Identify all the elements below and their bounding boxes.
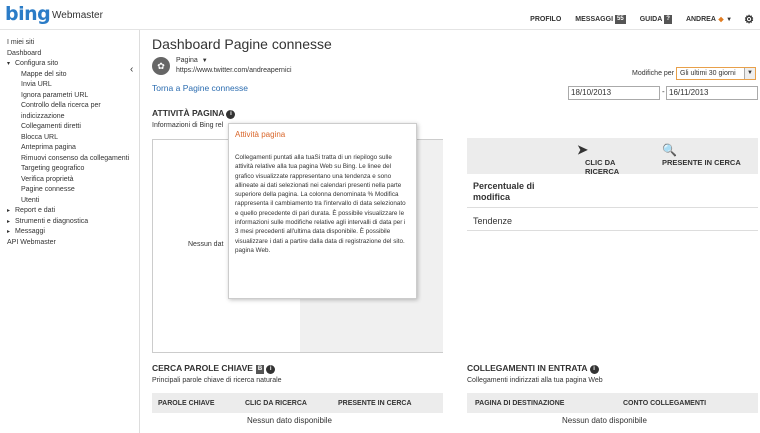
- sidebar-item-configure-site[interactable]: Configura sito: [0, 59, 139, 70]
- divider: [467, 207, 758, 208]
- sidebar-item-my-sites[interactable]: I miei siti: [0, 38, 139, 49]
- sidebar-item-submit-url[interactable]: Invia URL: [0, 80, 139, 91]
- tooltip-body: Collegamenti puntati alla tuaSi tratta d…: [235, 154, 406, 254]
- nav-user[interactable]: ANDREA ❖ ▼: [686, 16, 732, 24]
- top-bar: bing Webmaster PROFILO MESSAGGI 55 GUIDA?…: [0, 0, 760, 30]
- period-select[interactable]: Gli ultimi 30 giorni ▼: [676, 67, 756, 80]
- user-name: ANDREA: [685, 16, 716, 23]
- clicks-header-label: CLIC DA RICERCA: [585, 158, 620, 176]
- date-to-input[interactable]: 16/11/2013: [666, 86, 758, 100]
- sidebar-item-users[interactable]: Utenti: [0, 196, 139, 207]
- inbound-title-text: COLLEGAMENTI IN ENTRATA: [467, 363, 588, 373]
- beta-badge: B: [255, 365, 265, 374]
- tooltip-title: Attività pagina: [235, 130, 286, 139]
- nav-guida-label: GUIDA: [639, 16, 663, 23]
- chart-empty-text: Nessun dat: [188, 241, 224, 248]
- help-icon: ?: [664, 15, 672, 24]
- top-nav: PROFILO MESSAGGI 55 GUIDA? ANDREA ❖ ▼ ⚙: [516, 13, 754, 26]
- col-clicks[interactable]: CLIC DA RICERCA: [245, 400, 307, 407]
- inbound-title: COLLEGAMENTI IN ENTRATA i: [467, 363, 599, 374]
- date-from-input[interactable]: 18/10/2013: [568, 86, 660, 100]
- sidebar-collapse-icon[interactable]: ‹: [130, 64, 133, 75]
- messages-count-badge: 55: [615, 15, 626, 24]
- info-tooltip: Attività pagina Collegamenti puntati all…: [228, 123, 417, 299]
- sidebar-item-crawl-control[interactable]: Controllo della ricerca per indicizzazio…: [0, 101, 139, 122]
- keywords-empty-text: Nessun dato disponibile: [247, 416, 332, 425]
- chevron-down-icon: ▼: [744, 68, 755, 79]
- brand-label: Webmaster: [52, 10, 103, 21]
- inbound-table-header: PAGINA DI DESTINAZIONE CONTO COLLEGAMENT…: [467, 393, 758, 413]
- sidebar-item-disavow-links[interactable]: Rimuovi consenso da collegamenti: [0, 154, 139, 165]
- sidebar-item-geo-targeting[interactable]: Targeting geografico: [0, 164, 139, 175]
- sidebar-item-label: Messaggi: [15, 228, 45, 235]
- activity-subtitle: Informazioni di Bing rel: [152, 122, 224, 129]
- clicks-column-header: ➤ CLIC DA RICERCA: [577, 142, 647, 176]
- chevron-down-icon: ▼: [726, 16, 733, 23]
- col-target-page[interactable]: PAGINA DI DESTINAZIONE: [475, 400, 564, 407]
- modifiche-label: Modifiche per: [632, 70, 675, 77]
- site-type-label: Pagina: [176, 57, 198, 64]
- site-type-dropdown[interactable]: Pagina ▼: [176, 57, 208, 64]
- sidebar-item-label: Configura sito: [15, 60, 59, 67]
- sidebar-item-dashboard[interactable]: Dashboard: [0, 49, 139, 60]
- page-title: Dashboard Pagine connesse: [152, 36, 332, 52]
- sidebar-item-sitemaps[interactable]: Mappe del sito: [0, 70, 139, 81]
- period-select-value: Gli ultimi 30 giorni: [680, 70, 736, 77]
- keywords-title: CERCA PAROLE CHIAVE Bi: [152, 363, 276, 374]
- sidebar-item-tools[interactable]: Strumenti e diagnostica: [0, 217, 139, 228]
- twitter-icon: ✿: [152, 57, 170, 75]
- sidebar-item-ignore-params[interactable]: Ignora parametri URL: [0, 91, 139, 102]
- chevron-down-icon: ▼: [201, 58, 208, 64]
- divider: [467, 230, 758, 231]
- bing-logo[interactable]: bing: [5, 3, 51, 25]
- windows-icon: ❖: [717, 16, 725, 24]
- sidebar-item-label: Report e dati: [15, 207, 56, 214]
- site-url: https://www.twitter.com/andreapernici: [176, 67, 292, 74]
- keywords-table-header: PAROLE CHIAVE CLIC DA RICERCA PRESENTE I…: [152, 393, 443, 413]
- nav-profilo-label: PROFILO: [530, 16, 562, 23]
- presence-header-label: PRESENTE IN CERCA: [662, 158, 741, 167]
- inbound-empty-text: Nessun dato disponibile: [562, 416, 647, 425]
- sidebar-item-verify-ownership[interactable]: Verifica proprietà: [0, 175, 139, 186]
- keywords-subtitle: Principali parole chiave di ricerca natu…: [152, 377, 282, 384]
- col-keywords[interactable]: PAROLE CHIAVE: [158, 400, 215, 407]
- nav-guida[interactable]: GUIDA?: [640, 15, 672, 24]
- nav-messaggi-label: MESSAGGI: [575, 16, 614, 23]
- inbound-subtitle: Collegamenti indirizzati alla tua pagina…: [467, 377, 603, 384]
- sidebar-item-reports[interactable]: Report e dati: [0, 206, 139, 217]
- info-icon[interactable]: i: [266, 365, 276, 374]
- stats-header: ➤ CLIC DA RICERCA 🔍 PRESENTE IN CERCA: [467, 138, 758, 176]
- info-icon[interactable]: i: [589, 365, 599, 374]
- gear-icon[interactable]: ⚙: [744, 13, 754, 26]
- sidebar-item-page-preview[interactable]: Anteprima pagina: [0, 143, 139, 154]
- cursor-icon: ➤: [577, 142, 588, 157]
- sidebar-item-label: Strumenti e diagnostica: [15, 217, 89, 225]
- info-icon[interactable]: i: [226, 110, 236, 119]
- sidebar-item-block-urls[interactable]: Blocca URL: [0, 133, 139, 144]
- keywords-title-text: CERCA PAROLE CHIAVE: [152, 363, 253, 373]
- percent-change-label: Percentuale di modifica: [473, 181, 535, 202]
- nav-profilo[interactable]: PROFILO: [530, 16, 561, 23]
- activity-title-text: ATTIVITÀ PAGINA: [152, 108, 225, 118]
- sidebar: I miei siti Dashboard Configura sito Map…: [0, 30, 140, 433]
- activity-title: ATTIVITÀ PAGINA i: [152, 108, 236, 119]
- sidebar-item-connected-pages[interactable]: Pagine connesse: [0, 185, 139, 196]
- search-icon: 🔍: [662, 143, 677, 157]
- sidebar-item-messages[interactable]: Messaggi: [0, 227, 139, 238]
- col-link-count[interactable]: CONTO COLLEGAMENTI: [623, 400, 706, 407]
- presence-column-header: 🔍 PRESENTE IN CERCA: [662, 142, 752, 167]
- trend-label: Tendenze: [473, 216, 513, 226]
- col-presence[interactable]: PRESENTE IN CERCA: [338, 400, 412, 407]
- date-separator: -: [662, 87, 665, 96]
- back-link[interactable]: Torna a Pagine connesse: [152, 83, 248, 93]
- sidebar-item-api[interactable]: API Webmaster: [0, 238, 139, 249]
- nav-messaggi[interactable]: MESSAGGI 55: [575, 15, 626, 24]
- sidebar-item-deep-links[interactable]: Collegamenti diretti: [0, 122, 139, 133]
